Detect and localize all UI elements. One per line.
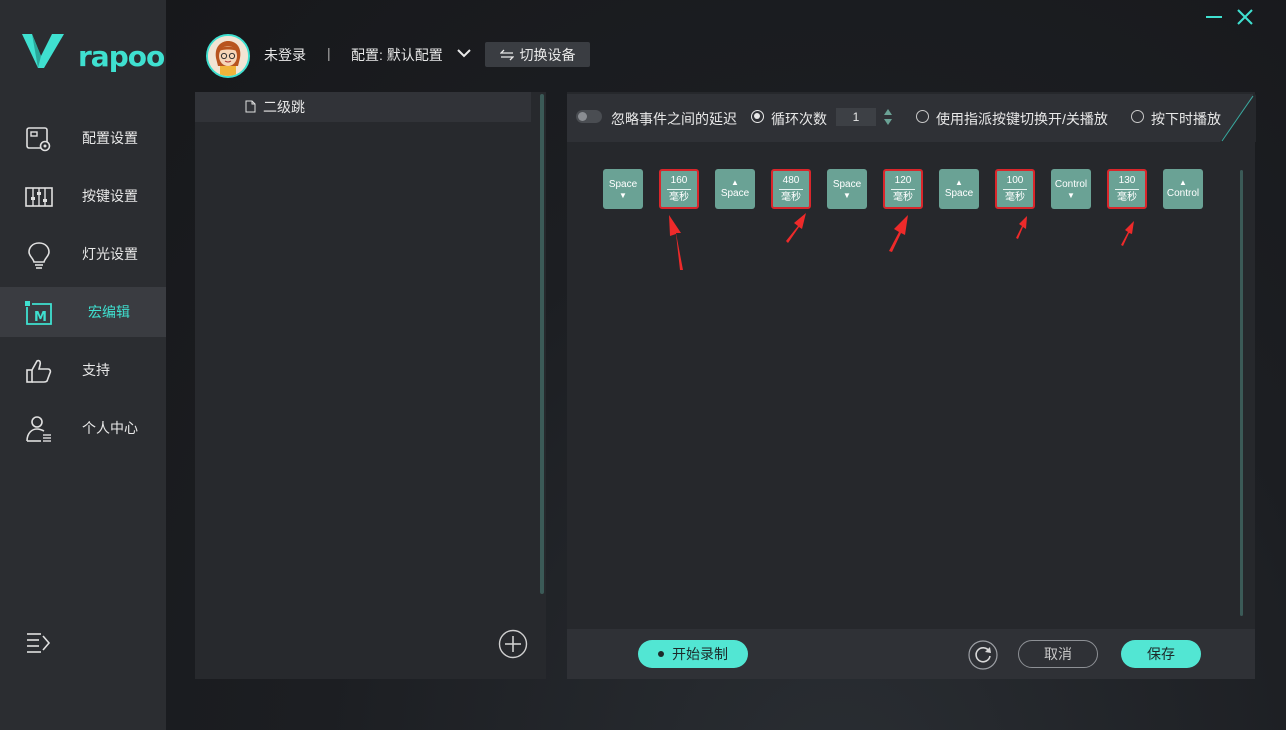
- sidebar-item-keys[interactable]: 按键设置: [0, 171, 166, 221]
- event-key-label: Control: [1054, 179, 1088, 190]
- event-key-label: Space: [832, 179, 862, 190]
- start-record-button[interactable]: 开始录制: [638, 640, 748, 668]
- sidebar-item-profile[interactable]: 个人中心: [0, 403, 166, 453]
- lightbulb-icon: [28, 242, 50, 269]
- event-key-label: Space: [944, 188, 974, 199]
- options-bar-corner: [1220, 94, 1256, 142]
- macro-editor-scrollbar[interactable]: [1240, 170, 1243, 616]
- delay-value: 100: [1002, 175, 1028, 190]
- macro-list-scrollbar[interactable]: [540, 94, 544, 594]
- reset-icon[interactable]: [968, 640, 998, 670]
- profile-selector[interactable]: 配置: 默认配置: [351, 45, 443, 65]
- list-item[interactable]: 二级跳: [195, 92, 531, 122]
- sidebar-item-label: 个人中心: [82, 420, 138, 436]
- key-up-icon: ▲: [955, 178, 963, 187]
- macro-event-delay[interactable]: 480 毫秒: [771, 169, 811, 209]
- sidebar-item-label: 配置设置: [82, 130, 138, 146]
- ignore-delay-label: 忽略事件之间的延迟: [611, 111, 737, 127]
- avatar-character-icon: [208, 36, 248, 76]
- save-button[interactable]: 保存: [1121, 640, 1201, 668]
- toggle-mode-label: 使用指派按键切换开/关播放: [936, 111, 1108, 127]
- delay-value: 120: [890, 175, 916, 190]
- macro-event-delay[interactable]: 100 毫秒: [995, 169, 1035, 209]
- delay-value: 480: [778, 175, 804, 190]
- sidebar-item-lighting[interactable]: 灯光设置: [0, 229, 166, 279]
- sidebar-item-label: 宏编辑: [88, 304, 130, 320]
- macro-event-key[interactable]: Space ▼: [827, 169, 867, 209]
- macro-event-delay[interactable]: 160 毫秒: [659, 169, 699, 209]
- macro-name: 二级跳: [263, 99, 305, 115]
- ignore-delay-toggle[interactable]: [576, 110, 602, 123]
- key-down-icon: ▼: [843, 191, 851, 200]
- hold-mode-radio[interactable]: [1131, 110, 1144, 123]
- toggle-mode-radio[interactable]: [916, 110, 929, 123]
- sidebar-item-config[interactable]: 配置设置: [0, 113, 166, 163]
- macro-event-delay[interactable]: 130 毫秒: [1107, 169, 1147, 209]
- loop-count-radio[interactable]: [751, 110, 764, 123]
- loop-count-input[interactable]: 1: [836, 108, 876, 126]
- switch-device-button[interactable]: 切换设备: [485, 42, 590, 67]
- thumbs-up-icon: [26, 359, 52, 383]
- svg-text:M: M: [34, 310, 47, 325]
- macro-event-key[interactable]: ▲ Space: [715, 169, 755, 209]
- key-down-icon: ▼: [619, 191, 627, 200]
- event-key-label: Space: [720, 188, 750, 199]
- delay-unit: 毫秒: [781, 192, 801, 203]
- sidebar-item-macro[interactable]: M 宏编辑: [0, 287, 166, 337]
- collapse-menu-icon[interactable]: [26, 632, 52, 654]
- v-logo-icon: [22, 34, 64, 68]
- avatar[interactable]: [206, 34, 250, 78]
- header-separator: |: [327, 45, 331, 61]
- hold-mode-label: 按下时播放: [1151, 111, 1221, 127]
- file-icon: [245, 100, 256, 113]
- loop-count-value: 1: [852, 110, 860, 124]
- macro-event-delay[interactable]: 120 毫秒: [883, 169, 923, 209]
- sidebar: rapoo 配置设置 按键设置 灯光设置 M 宏编辑 支持 个人中心: [0, 0, 166, 730]
- user-icon: [26, 416, 51, 442]
- delay-unit: 毫秒: [1005, 192, 1025, 203]
- swap-arrows-icon: [499, 49, 514, 60]
- loop-count-stepper[interactable]: [882, 106, 894, 128]
- config-icon: [26, 127, 51, 152]
- switch-device-label: 切换设备: [519, 46, 576, 63]
- sidebar-nav: 配置设置 按键设置 灯光设置 M 宏编辑 支持 个人中心: [0, 113, 166, 461]
- delay-value: 130: [1114, 175, 1140, 190]
- key-up-icon: ▲: [1179, 178, 1187, 187]
- macro-list-panel: 二级跳: [195, 92, 546, 679]
- delay-value: 160: [666, 175, 692, 190]
- key-down-icon: ▼: [1067, 191, 1075, 200]
- delay-unit: 毫秒: [1117, 192, 1137, 203]
- close-icon[interactable]: [1234, 6, 1256, 28]
- save-label: 保存: [1147, 646, 1175, 662]
- key-up-icon: ▲: [731, 178, 739, 187]
- cancel-button[interactable]: 取消: [1018, 640, 1098, 668]
- start-record-label: 开始录制: [672, 646, 728, 662]
- rapoo-logo: rapoo: [20, 32, 165, 74]
- macro-event-key[interactable]: Control ▼: [1051, 169, 1091, 209]
- login-status[interactable]: 未登录: [264, 45, 306, 65]
- minimize-icon[interactable]: [1203, 6, 1225, 28]
- sidebar-item-support[interactable]: 支持: [0, 345, 166, 395]
- chevron-down-icon[interactable]: [456, 47, 472, 59]
- delay-unit: 毫秒: [669, 192, 689, 203]
- cancel-label: 取消: [1044, 646, 1072, 662]
- key-sliders-icon: [25, 187, 53, 207]
- sidebar-item-label: 支持: [82, 362, 110, 378]
- macro-event-key[interactable]: ▲ Control: [1163, 169, 1203, 209]
- loop-count-label: 循环次数: [771, 111, 827, 127]
- macro-event-key[interactable]: ▲ Space: [939, 169, 979, 209]
- record-dot-icon: [658, 651, 664, 657]
- event-key-label: Control: [1166, 188, 1200, 199]
- delay-unit: 毫秒: [893, 192, 913, 203]
- macro-event-key[interactable]: Space ▼: [603, 169, 643, 209]
- sidebar-item-label: 按键设置: [82, 188, 138, 204]
- add-macro-icon[interactable]: [498, 629, 528, 659]
- event-key-label: Space: [608, 179, 638, 190]
- macro-icon: M: [25, 301, 52, 325]
- sidebar-item-label: 灯光设置: [82, 246, 138, 262]
- logo-text: rapoo: [78, 40, 165, 73]
